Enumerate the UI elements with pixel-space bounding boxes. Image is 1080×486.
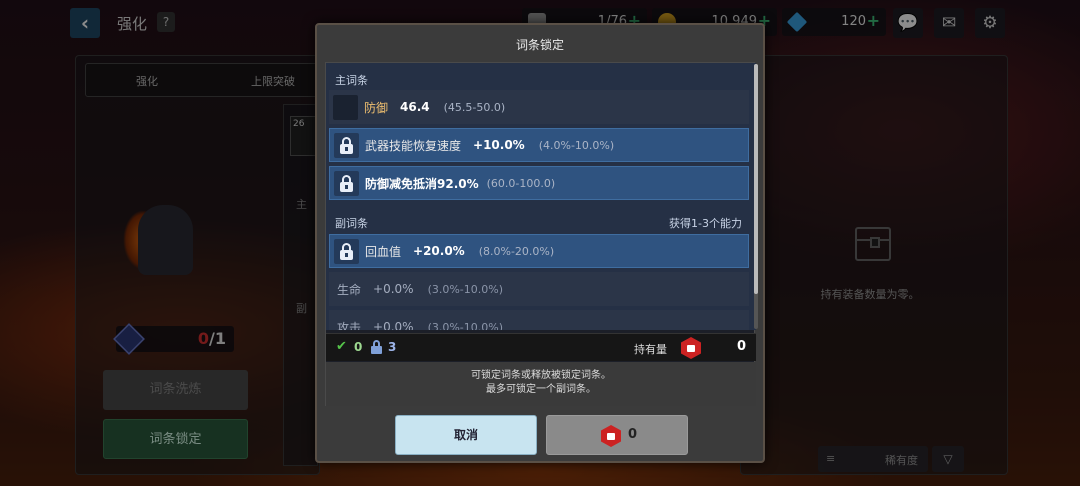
owned-label: 持有量 <box>634 343 667 356</box>
lock-stats-dialog: 词条锁定 主词条 防御 46.4 (45.5-50.0) 武器技能恢复速度 +1… <box>315 23 765 463</box>
lock-token-icon <box>681 337 701 359</box>
lock-icon[interactable] <box>334 132 359 158</box>
sub-stat-row-hp-regen[interactable]: 回血值 +20.0% (8.0%-20.0%) <box>329 234 749 268</box>
check-icon: ✔ <box>336 339 347 354</box>
stat-value: +0.0% <box>373 320 414 330</box>
stat-range: (8.0%-20.0%) <box>478 244 555 258</box>
main-stats-header: 主词条 <box>335 74 368 87</box>
stats-scroll-area[interactable]: 主词条 防御 46.4 (45.5-50.0) 武器技能恢复速度 +10.0% … <box>326 63 756 330</box>
stat-range: (4.0%-10.0%) <box>538 138 615 152</box>
sub-stat-row-attack[interactable]: 攻击 +0.0% (3.0%-10.0%) <box>329 310 749 330</box>
stat-range: (3.0%-10.0%) <box>427 320 504 331</box>
lock-icon[interactable] <box>334 170 359 196</box>
confirm-lock-button[interactable]: 0 <box>546 415 688 455</box>
dialog-title: 词条锁定 <box>515 38 564 52</box>
sub-stat-row-hp[interactable]: 生命 +0.0% (3.0%-10.0%) <box>329 272 749 306</box>
stat-value: +10.0% <box>473 138 525 152</box>
stat-range: (45.5-50.0) <box>443 100 506 114</box>
lock-icon <box>370 339 384 355</box>
stat-name: 防御 <box>364 100 389 115</box>
check-count: 0 <box>354 340 363 354</box>
stat-name: 生命 <box>337 282 362 297</box>
stats-scrollbar[interactable] <box>754 64 758 329</box>
dialog-content: 主词条 防御 46.4 (45.5-50.0) 武器技能恢复速度 +10.0% … <box>325 62 756 406</box>
stat-value: 46.4 <box>400 100 430 114</box>
stat-range: (3.0%-10.0%) <box>427 282 504 296</box>
sub-stats-header: 副词条 <box>335 217 368 230</box>
lock-token-icon <box>601 425 621 447</box>
main-stat-row-def-pen[interactable]: 防御减免抵消92.0% (60.0-100.0) <box>329 166 749 200</box>
stat-name: 回血值 <box>365 244 402 259</box>
stat-value: +20.0% <box>413 244 465 258</box>
scroll-thumb[interactable] <box>754 64 758 294</box>
hint-line-2: 最多可锁定一个副词条。 <box>486 384 596 395</box>
stat-name: 防御减免抵消92.0% <box>365 176 479 191</box>
sub-stats-hint: 获得1-3个能力 <box>669 217 742 230</box>
stat-range: (60.0-100.0) <box>486 176 556 190</box>
owned-value: 0 <box>736 339 746 354</box>
dialog-hint: 可锁定词条或释放被锁定词条。 最多可锁定一个副词条。 <box>326 362 756 406</box>
stat-value: +0.0% <box>373 282 414 296</box>
lock-icon[interactable] <box>334 238 359 264</box>
hint-line-1: 可锁定词条或释放被锁定词条。 <box>471 370 611 381</box>
lock-cost: 0 <box>628 427 638 442</box>
main-stat-row-skill-recovery[interactable]: 武器技能恢复速度 +10.0% (4.0%-10.0%) <box>329 128 749 162</box>
stat-name: 攻击 <box>337 320 362 331</box>
cancel-button[interactable]: 取消 <box>395 415 537 455</box>
lock-status-bar: ✔ 0 3 持有量 0 <box>326 333 756 361</box>
lock-toggle-empty[interactable] <box>333 94 358 120</box>
main-stat-row-defense[interactable]: 防御 46.4 (45.5-50.0) <box>329 90 749 124</box>
lock-count: 3 <box>388 340 397 354</box>
stat-name: 武器技能恢复速度 <box>365 138 462 153</box>
